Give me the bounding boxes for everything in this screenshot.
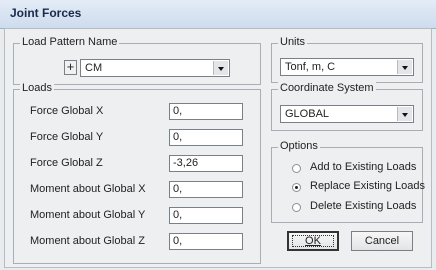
coordinate-system-legend: Coordinate System bbox=[278, 82, 376, 94]
moment-global-y-input[interactable]: 0, bbox=[169, 207, 243, 224]
load-pattern-legend: Load Pattern Name bbox=[20, 36, 120, 48]
units-value: Tonf, m, C bbox=[285, 61, 336, 73]
moment-global-x-input[interactable]: 0, bbox=[169, 181, 243, 198]
replace-loads-label[interactable]: Replace Existing Loads bbox=[310, 180, 425, 192]
units-group: Units Tonf, m, C bbox=[271, 36, 423, 83]
moment-global-y-label: Moment about Global Y bbox=[30, 209, 146, 221]
delete-loads-radio[interactable] bbox=[292, 203, 301, 212]
title-bar[interactable]: Joint Forces bbox=[0, 0, 436, 29]
force-global-z-label: Force Global Z bbox=[30, 157, 103, 169]
add-loads-label[interactable]: Add to Existing Loads bbox=[310, 161, 416, 173]
moment-global-z-label: Moment about Global Z bbox=[30, 235, 145, 247]
moment-global-z-input[interactable]: 0, bbox=[169, 233, 243, 250]
add-load-pattern-button[interactable]: + bbox=[64, 60, 77, 75]
load-pattern-value: CM bbox=[85, 62, 103, 74]
force-global-x-label: Force Global X bbox=[30, 105, 104, 117]
force-global-z-input[interactable]: -3,26 bbox=[169, 155, 243, 172]
force-global-y-label: Force Global Y bbox=[30, 131, 104, 143]
units-dropdown[interactable]: Tonf, m, C bbox=[280, 58, 414, 76]
chevron-down-icon[interactable] bbox=[213, 61, 228, 75]
load-pattern-group: Load Pattern Name + CM bbox=[13, 36, 261, 85]
dialog-body: Load Pattern Name + CM Loads Force Globa… bbox=[4, 28, 432, 268]
moment-global-x-label: Moment about Global X bbox=[30, 183, 146, 195]
add-loads-radio[interactable] bbox=[292, 164, 301, 173]
force-global-y-input[interactable]: 0, bbox=[169, 129, 243, 146]
ok-button[interactable]: OK bbox=[287, 231, 339, 251]
loads-group: Loads Force Global X 0, Force Global Y 0… bbox=[13, 82, 261, 264]
cancel-button[interactable]: Cancel bbox=[351, 231, 413, 251]
chevron-down-icon[interactable] bbox=[397, 60, 412, 74]
dialog-title: Joint Forces bbox=[10, 6, 82, 20]
options-group: Options Add to Existing Loads Replace Ex… bbox=[271, 140, 425, 223]
focus-rectangle bbox=[292, 235, 334, 247]
coordinate-system-value: GLOBAL bbox=[285, 108, 330, 120]
units-legend: Units bbox=[278, 36, 308, 48]
joint-forces-dialog: Joint Forces Load Pattern Name + CM Load… bbox=[0, 0, 436, 270]
coordinate-system-dropdown[interactable]: GLOBAL bbox=[280, 105, 414, 123]
chevron-down-icon[interactable] bbox=[397, 107, 412, 121]
load-pattern-dropdown[interactable]: CM bbox=[80, 59, 230, 77]
cancel-button-label: Cancel bbox=[364, 235, 400, 247]
coordinate-system-group: Coordinate System GLOBAL bbox=[271, 82, 423, 131]
replace-loads-radio[interactable] bbox=[292, 183, 301, 192]
options-legend: Options bbox=[278, 140, 320, 152]
loads-legend: Loads bbox=[20, 82, 54, 94]
delete-loads-label[interactable]: Delete Existing Loads bbox=[310, 200, 416, 212]
force-global-x-input[interactable]: 0, bbox=[169, 103, 243, 120]
